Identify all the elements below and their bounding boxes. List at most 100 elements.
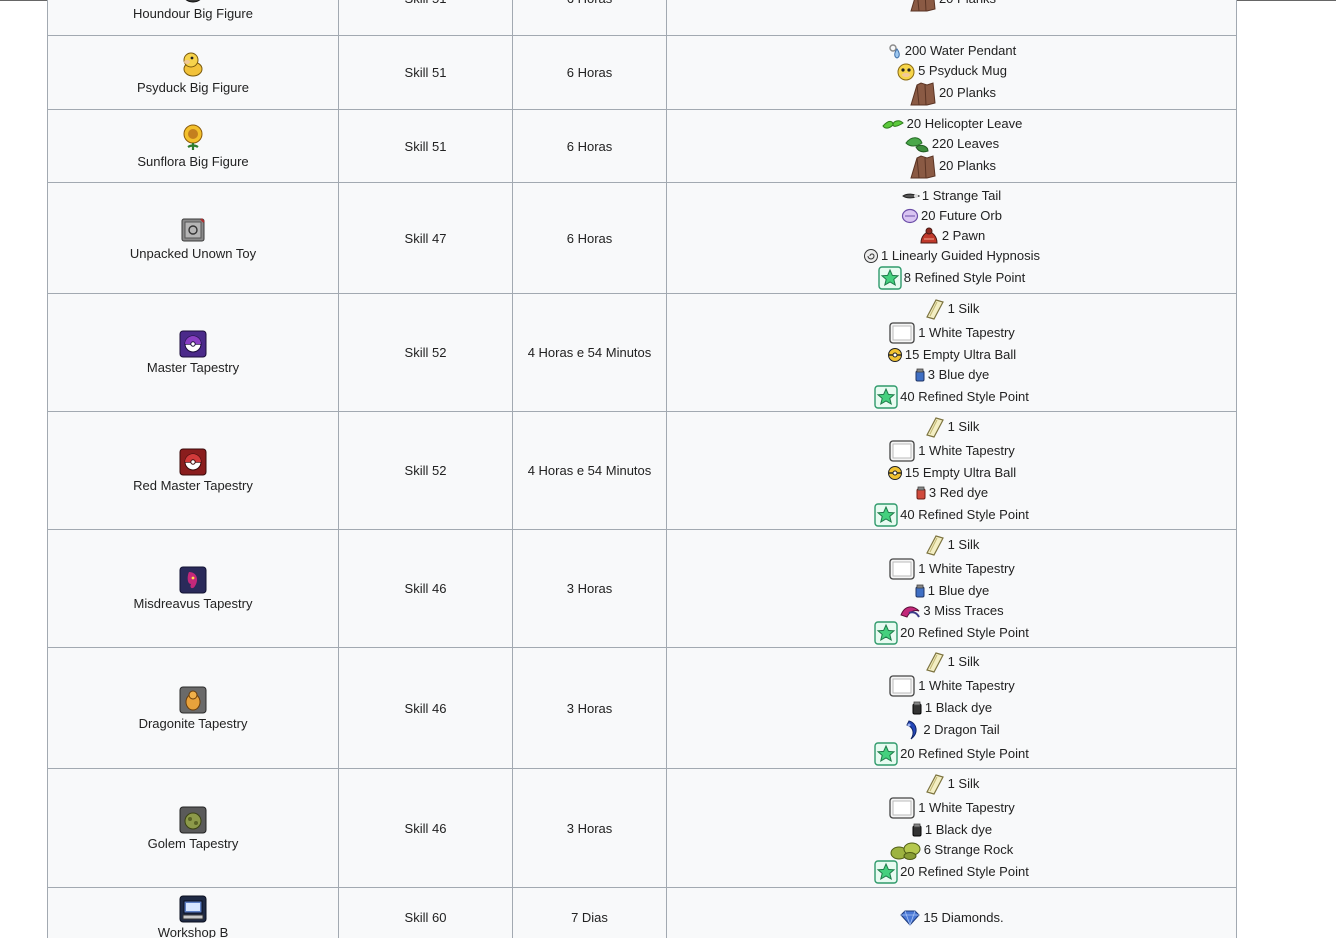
requirement-item: 1 Strange Tail — [902, 186, 1001, 206]
craft-time: 3 Horas — [566, 820, 613, 836]
ultra-ball-icon — [887, 347, 902, 362]
skill-cell: Skill 51 — [338, 110, 512, 182]
requirements-cell: 15 Diamonds. — [666, 888, 1237, 938]
silk-icon — [925, 534, 944, 556]
skill-cell: Skill 51 — [338, 0, 512, 35]
requirements-cell: 200 Water Pendant 5 Psyduck Mug 20 Planks — [666, 36, 1237, 109]
item-cell: Red Master Tapestry — [47, 412, 338, 529]
requirement-text: 20 Refined Style Point — [900, 864, 1029, 879]
requirement-item: 2 Dragon Tail — [903, 718, 1000, 742]
helicopter-leave-icon — [882, 120, 904, 129]
craft-time: 7 Dias — [571, 910, 608, 925]
requirement-text: 1 White Tapestry — [918, 442, 1015, 458]
requirement-text: 15 Empty Ultra Ball — [904, 464, 1017, 480]
requirement-text: 1 Silk — [947, 776, 980, 791]
table-row: Sunflora Big Figure Skill 51 6 Horas 20 Hel… — [47, 110, 1237, 183]
white-tapestry-icon — [889, 439, 915, 462]
requirement-text: 1 White Tapestry — [918, 324, 1015, 340]
pawn-icon — [920, 227, 938, 244]
requirement-item: 40 Refined Style Point — [874, 502, 1029, 527]
skill-cell: Skill 51 — [338, 36, 512, 109]
white-tapestry-icon — [889, 797, 915, 819]
planks-icon — [910, 0, 936, 11]
craft-time: 6 Horas — [566, 230, 613, 246]
requirements-cell: 1 Silk 1 White Tapestry 1 Black dye 6 Stran… — [666, 769, 1237, 887]
requirement-text: 3 Miss Traces — [923, 602, 1004, 618]
misdreavus-tapestry-icon — [179, 566, 207, 594]
time-cell: 3 Horas — [512, 648, 666, 768]
time-cell: 4 Horas e 54 Minutos — [512, 294, 666, 411]
blue-dye-icon — [915, 368, 925, 381]
skill-level: Skill 51 — [405, 0, 447, 6]
blue-dye-icon — [915, 584, 925, 597]
red-master-tapestry-icon — [179, 448, 207, 476]
requirement-item: 15 Empty Ultra Ball — [887, 345, 1016, 365]
requirement-text: 2 Pawn — [941, 228, 986, 243]
requirement-item: 1 White Tapestry — [888, 439, 1015, 463]
requirement-item: 1 Black dye — [911, 820, 992, 840]
requirement-item: 1 White Tapestry — [888, 796, 1015, 820]
requirement-item: 20 Refined Style Point — [874, 860, 1029, 884]
skill-cell: Skill 60 — [338, 888, 512, 938]
requirement-item: 1 Linearly Guided Hypnosis — [863, 246, 1040, 266]
strange-rock-icon — [890, 842, 921, 860]
style-point-icon — [874, 742, 898, 766]
requirement-item: 20 Future Orb — [901, 206, 1002, 226]
skill-cell: Skill 47 — [338, 183, 512, 293]
requirement-text: 1 Blue dye — [927, 582, 990, 598]
requirement-item: 15 Diamonds. — [899, 908, 1004, 928]
requirement-text: 1 Silk — [947, 418, 980, 434]
craft-time: 3 Horas — [566, 581, 613, 596]
item-name: Sunflora Big Figure — [137, 153, 249, 169]
requirement-item: 1 White Tapestry — [888, 674, 1015, 698]
requirement-item: 200 Water Pendant — [887, 41, 1016, 61]
requirement-text: 2 Dragon Tail — [923, 722, 1000, 737]
table-row: Dragonite Tapestry Skill 46 3 Horas 1 Silk 1… — [47, 648, 1237, 769]
requirement-text: 40 Refined Style Point — [900, 388, 1029, 404]
requirement-text: 40 Refined Style Point — [900, 506, 1029, 522]
silk-icon — [925, 416, 944, 438]
craft-time: 3 Horas — [566, 700, 613, 716]
diamond-icon — [900, 910, 921, 926]
dragon-tail-icon — [906, 720, 917, 740]
requirement-item: 20 Planks — [907, 81, 996, 105]
requirement-text: 1 Linearly Guided Hypnosis — [881, 248, 1040, 263]
table-row: Houndour Big Figure Skill 51 6 Horas 20 Pla… — [47, 0, 1237, 36]
requirement-item: 5 Psyduck Mug — [896, 61, 1007, 81]
requirement-text: 1 White Tapestry — [918, 560, 1015, 576]
requirement-text: 20 Planks — [938, 158, 997, 173]
requirement-text: 1 Silk — [947, 536, 980, 552]
requirements-cell: 1 Strange Tail 20 Future Orb 2 Pawn 1 Linea… — [666, 183, 1237, 293]
requirement-text: 1 Silk — [947, 300, 980, 316]
requirements-cell: 1 Silk 1 White Tapestry 15 Empty Ultra Bal… — [666, 294, 1237, 411]
skill-cell: Skill 46 — [338, 530, 512, 647]
requirement-text: 1 White Tapestry — [918, 678, 1015, 693]
style-point-icon — [874, 502, 898, 527]
table-row: Golem Tapestry Skill 46 3 Horas 1 Silk 1 Whi… — [47, 769, 1237, 888]
requirement-text: 20 Refined Style Point — [900, 624, 1029, 640]
craft-time: 4 Horas e 54 Minutos — [527, 463, 652, 478]
requirement-item: 20 Refined Style Point — [874, 620, 1029, 645]
requirement-text: 1 Black dye — [924, 822, 993, 837]
skill-cell: Skill 52 — [338, 294, 512, 411]
skill-level: Skill 52 — [404, 463, 447, 478]
craft-time: 6 Horas — [566, 65, 613, 80]
requirement-item: 15 Empty Ultra Ball — [887, 463, 1016, 483]
craft-time: 6 Horas — [566, 138, 613, 154]
houndour-figure-icon — [185, 0, 201, 3]
item-name: Red Master Tapestry — [133, 478, 253, 493]
requirement-item: 8 Refined Style Point — [878, 266, 1025, 290]
requirement-text: 15 Diamonds. — [923, 909, 1004, 925]
golem-tapestry-icon — [179, 806, 207, 833]
requirement-text: 20 Future Orb — [921, 208, 1002, 223]
requirement-item: 20 Helicopter Leave — [881, 114, 1022, 134]
item-cell: Misdreavus Tapestry — [47, 530, 338, 647]
requirement-item: 220 Leaves — [904, 134, 999, 154]
requirements-cell: 20 Planks — [666, 0, 1237, 35]
requirements-cell: 1 Silk 1 White Tapestry 1 Blue dye 3 Miss T… — [666, 530, 1237, 647]
strange-tail-icon — [902, 193, 920, 199]
time-cell: 7 Dias — [512, 888, 666, 938]
requirement-item: 1 Blue dye — [914, 581, 989, 601]
requirement-item: 3 Red dye — [915, 483, 988, 503]
black-dye-icon — [912, 823, 922, 837]
